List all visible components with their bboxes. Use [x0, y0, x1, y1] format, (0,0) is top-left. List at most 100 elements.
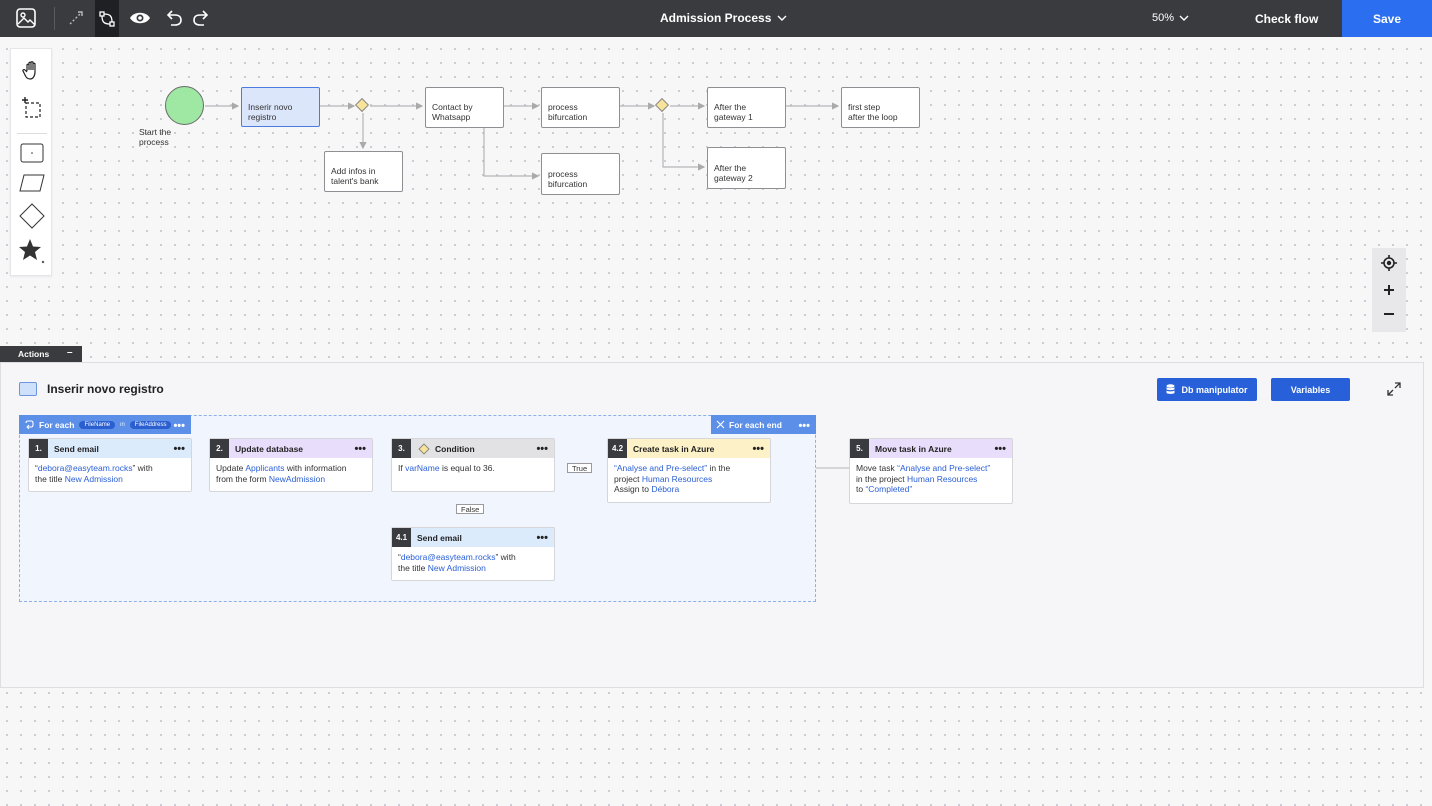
foreach-collection-chip[interactable]: FileAddress: [129, 420, 172, 429]
body-text: project: [614, 473, 642, 484]
true-branch-label: True: [567, 463, 593, 473]
toolbar-divider: [54, 7, 55, 30]
body-text: Assign to: [614, 484, 652, 494]
loop-icon: [25, 420, 34, 429]
assignee-variable[interactable]: Débora: [651, 484, 679, 494]
more-options-icon[interactable]: •••: [752, 444, 764, 455]
actions-panel: Inserir novo registro Db manipulator Var…: [0, 362, 1424, 688]
node-after-gateway-2[interactable]: After the gateway 2: [707, 147, 786, 189]
email-variable[interactable]: debora@easyteam.rocks: [401, 552, 496, 562]
node-label: Inserir novo registro: [248, 102, 293, 122]
step-number: 5.: [850, 439, 869, 458]
node-after-gateway-1[interactable]: After the gateway 1: [707, 87, 786, 128]
body-text: from the form: [216, 473, 269, 484]
zoom-value: 50%: [1152, 12, 1175, 24]
recenter-icon[interactable]: [1372, 255, 1406, 271]
more-options-icon[interactable]: •••: [536, 533, 548, 544]
card-header: 3. Condition •••: [392, 439, 554, 458]
close-icon[interactable]: [716, 420, 725, 429]
node-label: After the gateway 2: [714, 163, 753, 183]
save-button[interactable]: Save: [1342, 0, 1432, 37]
gateway-2[interactable]: [654, 97, 670, 113]
step-number: 4.2: [608, 439, 627, 458]
undo-icon[interactable]: [160, 4, 188, 32]
more-options-icon[interactable]: •••: [173, 421, 185, 432]
process-title[interactable]: Admission Process: [660, 11, 787, 25]
actions-tab[interactable]: Actions –: [0, 346, 82, 362]
flow-tool-icon[interactable]: [95, 0, 119, 37]
more-options-icon[interactable]: •••: [536, 444, 548, 455]
card-body: Move task “Analyse and Pre-select” in th…: [850, 458, 1012, 500]
step-number: 2.: [210, 439, 229, 458]
data-shape-icon[interactable]: [11, 174, 53, 192]
foreach-end-header[interactable]: For each end •••: [711, 415, 816, 434]
card-body: If varName is equal to 36.: [392, 458, 554, 479]
node-inserir-novo-registro[interactable]: Inserir novo registro: [241, 87, 320, 127]
top-bar: Admission Process 50% Check flow Save: [0, 0, 1432, 37]
card-title: Update database: [235, 443, 304, 454]
gateway-shape-icon[interactable]: [11, 203, 53, 229]
action-card-send-email-4-1[interactable]: 4.1 Send email ••• “debora@easyteam.rock…: [391, 527, 555, 581]
node-contact-whatsapp[interactable]: Contact by Whatsapp: [425, 87, 504, 128]
chevron-down-icon: [1179, 15, 1189, 21]
project-variable[interactable]: Human Resources: [642, 474, 712, 484]
more-options-icon[interactable]: •••: [994, 444, 1006, 455]
zoom-select[interactable]: 50%: [1152, 12, 1189, 24]
node-label: Contact by Whatsapp: [432, 102, 473, 122]
foreach-in-label: in: [120, 421, 125, 428]
more-options-icon[interactable]: •••: [354, 444, 366, 455]
body-text: the title: [35, 473, 65, 484]
actions-tab-label: Actions: [18, 349, 50, 359]
check-flow-button[interactable]: Check flow: [1255, 12, 1318, 26]
star-shape-icon[interactable]: [11, 237, 53, 265]
task-shape-icon[interactable]: [11, 143, 53, 163]
card-title: Condition: [435, 443, 475, 454]
hand-tool-icon[interactable]: [11, 59, 53, 81]
task-name-variable[interactable]: “Analyse and Pre-select”: [614, 463, 707, 473]
zoom-in-icon[interactable]: [1372, 284, 1406, 296]
toolbar-divider: [17, 133, 47, 134]
card-body: “Analyse and Pre-select” in the project …: [608, 458, 770, 500]
card-title: Send email: [54, 443, 99, 454]
zoom-out-icon[interactable]: [1372, 308, 1406, 320]
action-card-update-database[interactable]: 2. Update database ••• Update Applicants…: [209, 438, 373, 492]
title-variable[interactable]: New Admission: [65, 474, 123, 484]
more-options-icon[interactable]: •••: [173, 444, 185, 455]
action-card-condition[interactable]: 3. Condition ••• If varName is equal to …: [391, 438, 555, 492]
node-process-bifurcation-1[interactable]: process bifurcation: [541, 87, 620, 128]
left-toolbar: [10, 48, 52, 276]
step-number: 3.: [392, 439, 411, 458]
chevron-down-icon: [777, 15, 787, 21]
start-event[interactable]: [165, 86, 204, 125]
node-label: process bifurcation: [548, 169, 588, 189]
more-options-icon[interactable]: •••: [798, 421, 810, 432]
title-variable[interactable]: New Admission: [428, 563, 486, 573]
image-icon[interactable]: [12, 4, 40, 32]
project-variable[interactable]: Human Resources: [907, 474, 977, 484]
preview-eye-icon[interactable]: [126, 4, 154, 32]
gateway-1[interactable]: [354, 97, 370, 113]
redo-icon[interactable]: [187, 4, 215, 32]
card-title: Create task in Azure: [633, 443, 715, 454]
node-first-step-after-loop[interactable]: first step after the loop: [841, 87, 920, 128]
action-card-create-task-azure[interactable]: 4.2 Create task in Azure ••• “Analyse an…: [607, 438, 771, 503]
foreach-header[interactable]: For each FileName in FileAddress •••: [19, 415, 191, 434]
node-label: After the gateway 1: [714, 102, 753, 122]
connector-tool-icon[interactable]: [62, 4, 90, 32]
foreach-variable-chip[interactable]: FileName: [79, 420, 116, 429]
node-add-infos[interactable]: Add infos in talent's bank: [324, 151, 403, 192]
action-card-send-email[interactable]: 1. Send email ••• “debora@easyteam.rocks…: [28, 438, 192, 492]
node-process-bifurcation-2[interactable]: process bifurcation: [541, 153, 620, 195]
canvas-zoom-controls: [1372, 248, 1406, 332]
email-variable[interactable]: debora@easyteam.rocks: [38, 463, 133, 473]
task-name-variable[interactable]: “Analyse and Pre-select”: [897, 463, 990, 473]
card-body: “debora@easyteam.rocks” with the title N…: [29, 458, 191, 489]
collapse-actions-button[interactable]: –: [67, 347, 73, 358]
table-variable[interactable]: Applicants: [245, 463, 284, 473]
card-body: Update Applicants with information from …: [210, 458, 372, 489]
status-variable[interactable]: “Completed”: [865, 484, 912, 494]
condition-variable[interactable]: varName: [405, 463, 439, 473]
action-card-move-task-azure[interactable]: 5. Move task in Azure ••• Move task “Ana…: [849, 438, 1013, 504]
area-select-icon[interactable]: [11, 95, 53, 121]
form-variable[interactable]: NewAdmission: [269, 474, 325, 484]
